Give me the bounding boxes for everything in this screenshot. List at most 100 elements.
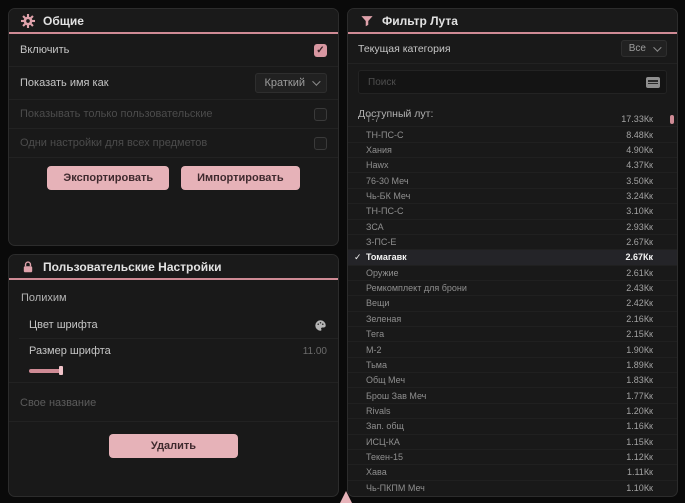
loot-item-name: Хава [366,467,387,478]
list-item[interactable]: ✓ Hawx 4.37Кк [348,158,677,174]
list-item[interactable]: ✓ Т-7 17.33Кк [348,112,677,128]
search-input[interactable] [368,76,646,88]
loot-item-name: Оружие [366,267,399,278]
only-custom-row: Показывать только пользовательские [9,100,338,129]
loot-item-name: ИСЦ-КА [366,436,400,447]
list-item[interactable]: ✓ Зеленая 2.16Кк [348,312,677,328]
font-color-label: Цвет шрифта [29,319,98,331]
search-bar [358,70,667,94]
loot-item-name: Тега [366,329,385,340]
loot-item-value: 1.15Кк [626,436,653,447]
list-item[interactable]: ✓ Общ Меч 1.83Кк [348,373,677,389]
loot-item-value: 2.93Кк [626,221,653,232]
list-item[interactable]: ✓ Томагавк 2.67Кк [348,250,677,266]
loot-item-name: Общ Меч [366,375,406,386]
list-item[interactable]: ✓ ТН-ПС-С 3.10Кк [348,204,677,220]
funnel-icon [361,15,373,26]
loot-item-value: 2.67Кк [626,237,653,248]
custom-panel-header: Пользовательские Настройки [9,255,338,280]
loot-item-value: 1.89Кк [626,359,653,370]
list-item[interactable]: ✓ Вещи 2.42Кк [348,296,677,312]
list-item[interactable]: ✓ З-ПС-Е 2.67Кк [348,235,677,251]
loot-item-name: Текен-15 [366,452,404,463]
loot-item-value: 2.42Кк [626,298,653,309]
loot-item-value: 1.77Кк [626,390,653,401]
category-dropdown[interactable]: Все [620,40,667,57]
category-value: Все [628,43,646,54]
custom-name-input[interactable] [20,397,327,409]
loot-item-name: Вещи [366,298,390,309]
loot-item-value: 1.20Кк [626,406,653,416]
show-name-value: Краткий [264,77,305,89]
loot-list: ✓ Т-7 17.33Кк ✓ ТН-ПС-С 8.48Кк ✓ Хания 4… [348,112,677,495]
loot-item-name: ТН-ПС-С [366,206,404,217]
list-item[interactable]: ✓ Хания 4.90Кк [348,143,677,159]
font-size-slider[interactable] [29,366,327,375]
general-settings-panel: Общие Включить ✓ Показать имя как Кратки… [8,8,339,246]
loot-item-name: Тьма [366,359,387,370]
enable-checkbox[interactable]: ✓ [314,43,327,57]
import-button[interactable]: Импортировать [181,166,300,190]
general-panel-title: Общие [43,13,84,28]
loot-item-value: 1.11Кк [626,467,653,478]
check-icon: ✓ [354,251,362,262]
font-size-value: 11.00 [302,345,327,357]
loot-item-name: Хания [366,144,392,155]
loot-item-value: 1.83Кк [626,375,653,386]
list-item[interactable]: ✓ Оружие 2.61Кк [348,266,677,281]
enable-row: Включить ✓ [9,34,338,67]
loot-item-name: Чь-ПКПМ Меч [366,482,425,493]
list-item[interactable]: ✓ Тьма 1.89Кк [348,358,677,374]
filter-panel-header: Фильтр Лута [348,9,677,34]
loot-item-value: 2.61Кк [626,267,653,278]
loot-item-value: 1.10Кк [626,482,653,493]
list-item[interactable]: ✓ Ремкомплект для брони 2.43Кк [348,281,677,297]
font-size-slider-row [9,363,338,383]
loot-item-name: Брош Зав Меч [366,390,427,401]
same-settings-row: Одни настройки для всех предметов [9,129,338,158]
list-item[interactable]: ✓ 76-30 Меч 3.50Кк [348,173,677,189]
font-color-row: Цвет шрифта [19,312,338,339]
loot-item-value: 3.50Кк [626,175,653,186]
only-custom-checkbox [314,107,327,121]
lock-icon [23,260,33,272]
custom-panel-title: Пользовательские Настройки [43,259,222,274]
loot-item-name: ТН-ПС-С [366,129,404,140]
filter-panel-title: Фильтр Лута [382,13,458,28]
same-settings-checkbox [314,136,327,150]
custom-settings-panel: Пользовательские Настройки Полихим Цвет … [8,254,339,497]
list-item[interactable]: ✓ ЗСА 2.93Кк [348,220,677,235]
palette-icon[interactable] [314,319,327,332]
loot-item-value: 8.48Кк [626,129,653,140]
list-item[interactable]: ✓ Брош Зав Меч 1.77Кк [348,388,677,404]
loot-item-value: 2.15Кк [626,329,653,340]
loot-item-value: 2.16Кк [626,313,653,324]
list-item[interactable]: ✓ Rivals 1.20Кк [348,404,677,420]
show-name-dropdown[interactable]: Краткий [255,73,327,93]
loot-item-value: 1.90Кк [626,344,653,355]
list-item[interactable]: ✓ ИСЦ-КА 1.15Кк [348,435,677,450]
list-item[interactable]: ✓ Зап. общ 1.16Кк [348,419,677,435]
gear-icon [21,13,35,28]
loot-item-name: Томагавк [366,252,407,263]
list-item[interactable]: ✓ ТН-ПС-С 8.48Кк [348,127,677,143]
only-custom-label: Показывать только пользовательские [20,108,213,120]
scrollbar-thumb[interactable] [670,115,674,124]
list-item[interactable]: ✓ Тега 2.15Кк [348,327,677,343]
font-size-row: Размер шрифта 11.00 [19,339,338,363]
list-item[interactable]: ✓ Текен-15 1.12Кк [348,450,677,466]
list-item[interactable]: ✓ М-2 1.90Кк [348,342,677,358]
keyboard-icon[interactable] [646,76,660,88]
loot-item-name: М-2 [366,344,382,355]
list-item[interactable]: ✓ Чь-ПКПМ Меч 1.10Кк [348,481,677,495]
mouse-cursor [340,491,352,503]
loot-item-name: ЗСА [366,221,384,232]
chevron-down-icon [312,77,321,86]
delete-button[interactable]: Удалить [108,434,239,458]
export-button[interactable]: Экспортировать [47,166,170,190]
loot-item-value: 2.67Кк [625,252,653,263]
slider-thumb[interactable] [59,366,63,375]
chevron-down-icon [653,42,662,52]
list-item[interactable]: ✓ Чь-БК Меч 3.24Кк [348,189,677,205]
list-item[interactable]: ✓ Хава 1.11Кк [348,465,677,481]
